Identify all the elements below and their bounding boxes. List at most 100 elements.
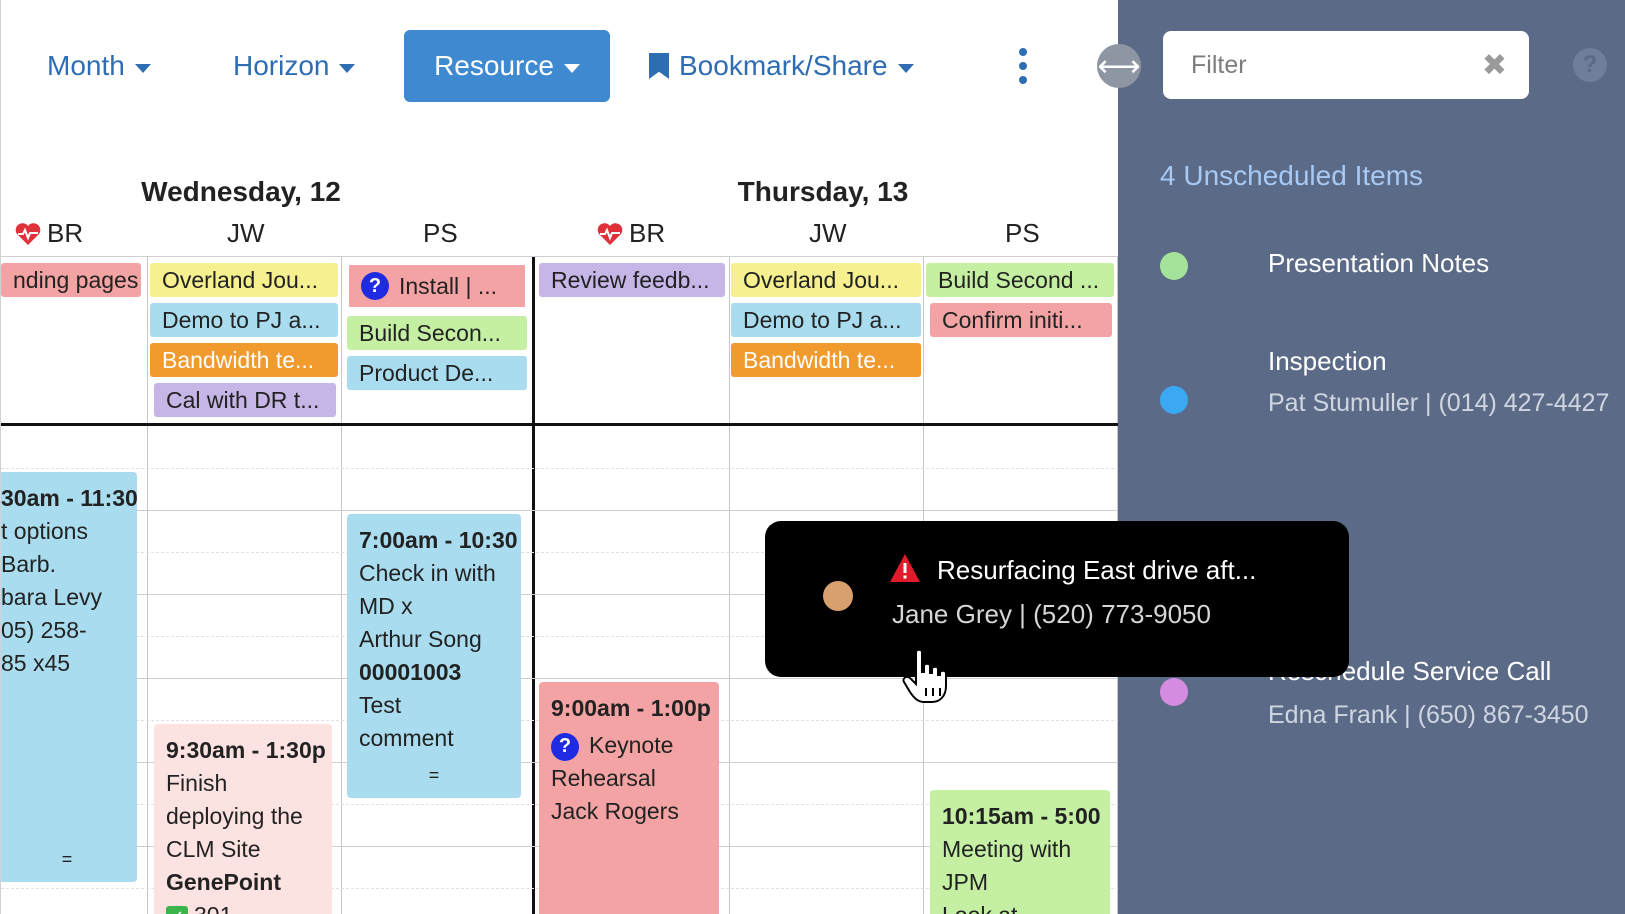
event-line: 85 x45	[1, 650, 71, 676]
expand-horizontal-icon[interactable]: ⟷	[1097, 44, 1141, 88]
item-title: Inspection	[1268, 346, 1387, 376]
chevron-down-icon	[134, 63, 151, 73]
resource-label: BR	[629, 218, 666, 248]
unscheduled-panel: ✖ ? 4 Unscheduled Items Presentation Not…	[1118, 0, 1625, 914]
event-time: 30am - 11:30	[1, 485, 137, 511]
resource-dropdown[interactable]: Resource	[404, 30, 610, 102]
event-line: ✓ 301	[166, 899, 320, 914]
allday-event[interactable]: nding pages	[1, 263, 141, 297]
resource-header-br[interactable]: BR	[597, 218, 665, 249]
event-line: CLM Site	[166, 836, 261, 862]
allday-event[interactable]: Demo to PJ a...	[150, 303, 338, 337]
status-dot-icon	[1160, 252, 1188, 280]
event-label: Product De...	[359, 359, 494, 386]
event-label: Demo to PJ a...	[743, 306, 902, 333]
unscheduled-title: 4 Unscheduled Items	[1160, 160, 1424, 191]
allday-event[interactable]: Demo to PJ a...	[731, 303, 921, 337]
drag-tooltip: Resurfacing East drive aft... Jane Grey …	[765, 521, 1349, 677]
allday-event[interactable]: Bandwidth te...	[150, 343, 338, 377]
allday-event[interactable]: Cal with DR t...	[154, 383, 336, 417]
bookmark-share-dropdown[interactable]: Bookmark/Share	[649, 30, 914, 102]
event-label: Cal with DR t...	[166, 386, 320, 413]
allday-event[interactable]: ? Install | ...	[347, 263, 527, 309]
event-title: Keynote	[589, 732, 674, 758]
event-label: Review feedb...	[551, 266, 710, 293]
calendar-event[interactable]: 10:15am - 5:00 Meeting with JPM Look at	[930, 790, 1110, 914]
day-title: Wednesday, 12	[141, 176, 341, 207]
filter-box: ✖	[1163, 31, 1529, 99]
event-line: Rehearsal	[551, 765, 656, 791]
event-line: JPM	[942, 869, 988, 895]
event-label: Build Second ...	[938, 266, 1100, 293]
horizon-label: Horizon	[233, 50, 330, 81]
chevron-down-icon	[339, 63, 356, 73]
allday-divider	[1, 423, 1118, 426]
day-title: Thursday, 13	[737, 176, 909, 207]
allday-event[interactable]: Bandwidth te...	[731, 343, 921, 377]
allday-event[interactable]: Review feedb...	[539, 263, 725, 297]
list-item[interactable]: Inspection Pat Stumuller | (014) 427-442…	[1160, 346, 1609, 456]
close-icon[interactable]: ✖	[1482, 48, 1507, 83]
resize-handle[interactable]: =	[62, 843, 73, 876]
resource-header-jw[interactable]: JW	[227, 218, 265, 249]
event-line: Meeting with	[942, 836, 1072, 862]
event-line: Jack Rogers	[551, 798, 679, 824]
event-line: Arthur Song	[359, 626, 482, 652]
heart-pulse-icon	[15, 222, 41, 245]
calendar-event[interactable]: 9:00am - 1:00p ? Keynote Rehearsal Jack R…	[539, 682, 719, 914]
chevron-down-icon	[563, 63, 580, 73]
hand-cursor-icon	[902, 648, 947, 703]
item-subtitle: Pat Stumuller | (014) 427-4427	[1268, 389, 1610, 417]
horizon-dropdown[interactable]: Horizon	[233, 30, 356, 102]
more-options-icon[interactable]	[1016, 48, 1030, 84]
grid-line	[1, 510, 1118, 511]
filter-input[interactable]	[1191, 50, 1441, 80]
event-label: Demo to PJ a...	[162, 306, 321, 333]
resource-label: JW	[809, 218, 847, 248]
resource-header-ps[interactable]: PS	[423, 218, 458, 249]
event-label: Overland Jou...	[162, 266, 318, 293]
allday-event[interactable]: Build Secon...	[347, 316, 527, 350]
grid-line	[1, 678, 1118, 679]
item-title: Presentation Notes	[1268, 248, 1490, 278]
grid-line	[1, 468, 1118, 469]
event-label: nding pages	[13, 266, 139, 293]
month-dropdown[interactable]: Month	[47, 30, 151, 102]
event-label: Install | ...	[399, 272, 498, 299]
event-line: t options	[1, 518, 88, 544]
tooltip-title: Resurfacing East drive aft...	[937, 555, 1257, 585]
calendar-event[interactable]: 7:00am - 10:30 Check in with MD x Arthur…	[347, 514, 521, 798]
resource-header-br[interactable]: BR	[15, 218, 83, 249]
checkbox-icon: ✓	[166, 906, 188, 914]
event-line: Check in with	[359, 560, 496, 586]
calendar-event[interactable]: 9:30am - 1:30p Finish deploying the CLM …	[154, 724, 332, 914]
allday-event[interactable]: Overland Jou...	[150, 263, 338, 297]
status-dot-icon	[823, 581, 853, 611]
event-line: comment	[359, 725, 454, 751]
tooltip-subtitle: Jane Grey | (520) 773-9050	[892, 599, 1211, 629]
resize-handle[interactable]: =	[429, 759, 440, 792]
grid-line	[341, 256, 342, 914]
bookmark-icon	[649, 53, 669, 79]
month-label: Month	[47, 50, 125, 81]
event-line: MD x	[359, 593, 413, 619]
item-subtitle: Edna Frank | (650) 867-3450	[1268, 701, 1589, 729]
scheduler-app: Month Horizon Resource Bookmark/Share We…	[0, 0, 1625, 914]
resource-header-ps[interactable]: PS	[1005, 218, 1040, 249]
heart-pulse-icon	[597, 222, 623, 245]
allday-event[interactable]: Product De...	[347, 356, 527, 390]
event-number: 301	[194, 902, 232, 914]
resource-header-jw[interactable]: JW	[809, 218, 847, 249]
allday-event[interactable]: Confirm initi...	[930, 303, 1112, 337]
event-line: bara Levy	[1, 584, 103, 610]
event-line: Barb.	[1, 551, 56, 577]
warning-icon	[890, 554, 920, 582]
resource-label: PS	[423, 218, 458, 248]
help-icon[interactable]: ?	[1573, 48, 1607, 82]
event-time: 9:30am - 1:30p	[166, 737, 326, 763]
allday-event[interactable]: Build Second ...	[926, 263, 1114, 297]
allday-event[interactable]: Overland Jou...	[731, 263, 921, 297]
calendar-event[interactable]: 30am - 11:30 t options Barb. bara Levy 0…	[1, 472, 137, 882]
event-label: Overland Jou...	[743, 266, 899, 293]
list-item[interactable]: Presentation Notes	[1160, 248, 1600, 292]
